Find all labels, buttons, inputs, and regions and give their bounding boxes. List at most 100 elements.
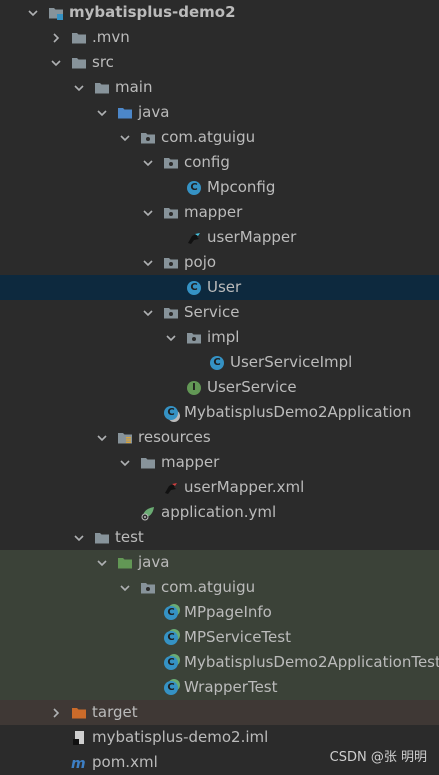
class-icon: C — [185, 279, 203, 297]
spring-boot-class-icon: C — [162, 404, 180, 422]
tree-row-mppageinfo[interactable]: C MPpageInfo — [0, 600, 439, 625]
tree-item-label: MPpageInfo — [184, 603, 272, 621]
package-icon — [162, 154, 180, 172]
tree-row-target[interactable]: target — [0, 700, 439, 725]
tree-item-label: main — [115, 78, 153, 96]
tree-row-mybatisplusdemo2application[interactable]: C MybatisplusDemo2Application — [0, 400, 439, 425]
tree-item-label: userMapper.xml — [184, 478, 305, 496]
resources-folder-icon — [116, 429, 134, 447]
chevron-down-icon[interactable] — [48, 55, 64, 71]
maven-icon: m — [70, 754, 88, 772]
tree-item-label: MPServiceTest — [184, 628, 291, 646]
excluded-folder-icon — [70, 704, 88, 722]
package-icon — [162, 254, 180, 272]
tree-row-service[interactable]: Service — [0, 300, 439, 325]
tree-item-label: WrapperTest — [184, 678, 278, 696]
iml-file-icon — [70, 729, 88, 747]
tree-item-label: impl — [207, 328, 240, 346]
folder-icon — [70, 54, 88, 72]
chevron-down-icon[interactable] — [163, 330, 179, 346]
test-class-icon: C — [162, 654, 180, 672]
tree-item-label: resources — [138, 428, 211, 446]
module-folder-icon — [47, 4, 65, 22]
chevron-down-icon[interactable] — [25, 5, 41, 21]
tree-row-java[interactable]: java — [0, 550, 439, 575]
package-icon — [139, 129, 157, 147]
tree-item-label: mybatisplus-demo2.iml — [92, 728, 269, 746]
tree-row-application-yml[interactable]: application.yml — [0, 500, 439, 525]
test-class-icon: C — [162, 629, 180, 647]
chevron-down-icon[interactable] — [117, 130, 133, 146]
chevron-down-icon[interactable] — [94, 105, 110, 121]
tree-item-label: MybatisplusDemo2ApplicationTests — [184, 653, 439, 671]
chevron-down-icon[interactable] — [140, 255, 156, 271]
source-folder-icon — [116, 104, 134, 122]
test-source-folder-icon — [116, 554, 134, 572]
folder-icon — [93, 79, 111, 97]
tree-row-com-atguigu[interactable]: com.atguigu — [0, 125, 439, 150]
package-icon — [162, 304, 180, 322]
mybatis-xml-icon — [162, 479, 180, 497]
chevron-down-icon[interactable] — [94, 430, 110, 446]
tree-item-label: .mvn — [92, 28, 130, 46]
tree-row-src[interactable]: src — [0, 50, 439, 75]
tree-item-label: mybatisplus-demo2 — [69, 3, 236, 21]
chevron-down-icon[interactable] — [117, 580, 133, 596]
tree-item-label: config — [184, 153, 230, 171]
tree-row-usermapper-xml[interactable]: userMapper.xml — [0, 475, 439, 500]
tree-item-label: Service — [184, 303, 240, 321]
tree-item-label: com.atguigu — [161, 578, 256, 596]
tree-row-config[interactable]: config — [0, 150, 439, 175]
chevron-down-icon[interactable] — [140, 305, 156, 321]
tree-row-wrappertest[interactable]: C WrapperTest — [0, 675, 439, 700]
tree-row-userservice[interactable]: I UserService — [0, 375, 439, 400]
class-icon: C — [208, 354, 226, 372]
mybatis-mapper-icon — [185, 229, 203, 247]
test-class-icon: C — [162, 679, 180, 697]
tree-row-mapper[interactable]: mapper — [0, 450, 439, 475]
package-icon — [185, 329, 203, 347]
tree-item-label: src — [92, 53, 114, 71]
tree-row-userserviceimpl[interactable]: C UserServiceImpl — [0, 350, 439, 375]
tree-row-mpconfig[interactable]: C Mpconfig — [0, 175, 439, 200]
chevron-down-icon[interactable] — [140, 205, 156, 221]
tree-item-label: com.atguigu — [161, 128, 256, 146]
tree-item-label: MybatisplusDemo2Application — [184, 403, 412, 421]
tree-item-label: User — [207, 278, 242, 296]
tree-row-mapper[interactable]: mapper — [0, 200, 439, 225]
tree-row-pojo[interactable]: pojo — [0, 250, 439, 275]
tree-row-impl[interactable]: impl — [0, 325, 439, 350]
tree-row-user[interactable]: C User — [0, 275, 439, 300]
chevron-down-icon[interactable] — [71, 530, 87, 546]
interface-icon: I — [185, 379, 203, 397]
tree-item-label: UserService — [207, 378, 297, 396]
tree-row-mybatisplus-demo2[interactable]: mybatisplus-demo2 — [0, 0, 439, 25]
chevron-down-icon[interactable] — [140, 155, 156, 171]
chevron-down-icon[interactable] — [94, 555, 110, 571]
tree-row-resources[interactable]: resources — [0, 425, 439, 450]
tree-row--mvn[interactable]: .mvn — [0, 25, 439, 50]
tree-row-main[interactable]: main — [0, 75, 439, 100]
tree-item-label: mapper — [161, 453, 220, 471]
tree-item-label: UserServiceImpl — [230, 353, 353, 371]
chevron-down-icon[interactable] — [71, 80, 87, 96]
chevron-right-icon[interactable] — [48, 705, 64, 721]
tree-row-mybatisplusdemo2applicationtests[interactable]: C MybatisplusDemo2ApplicationTests — [0, 650, 439, 675]
tree-item-label: Mpconfig — [207, 178, 276, 196]
tree-row-mpservicetest[interactable]: C MPServiceTest — [0, 625, 439, 650]
folder-icon — [93, 529, 111, 547]
tree-item-label: userMapper — [207, 228, 297, 246]
package-icon — [162, 204, 180, 222]
package-icon — [139, 579, 157, 597]
chevron-down-icon[interactable] — [117, 455, 133, 471]
tree-item-label: mapper — [184, 203, 243, 221]
svg-text:m: m — [71, 756, 86, 771]
tree-row-java[interactable]: java — [0, 100, 439, 125]
tree-item-label: application.yml — [161, 503, 277, 521]
tree-item-label: target — [92, 703, 138, 721]
tree-row-com-atguigu[interactable]: com.atguigu — [0, 575, 439, 600]
tree-item-label: pom.xml — [92, 753, 158, 771]
tree-row-usermapper[interactable]: userMapper — [0, 225, 439, 250]
chevron-right-icon[interactable] — [48, 30, 64, 46]
tree-row-test[interactable]: test — [0, 525, 439, 550]
